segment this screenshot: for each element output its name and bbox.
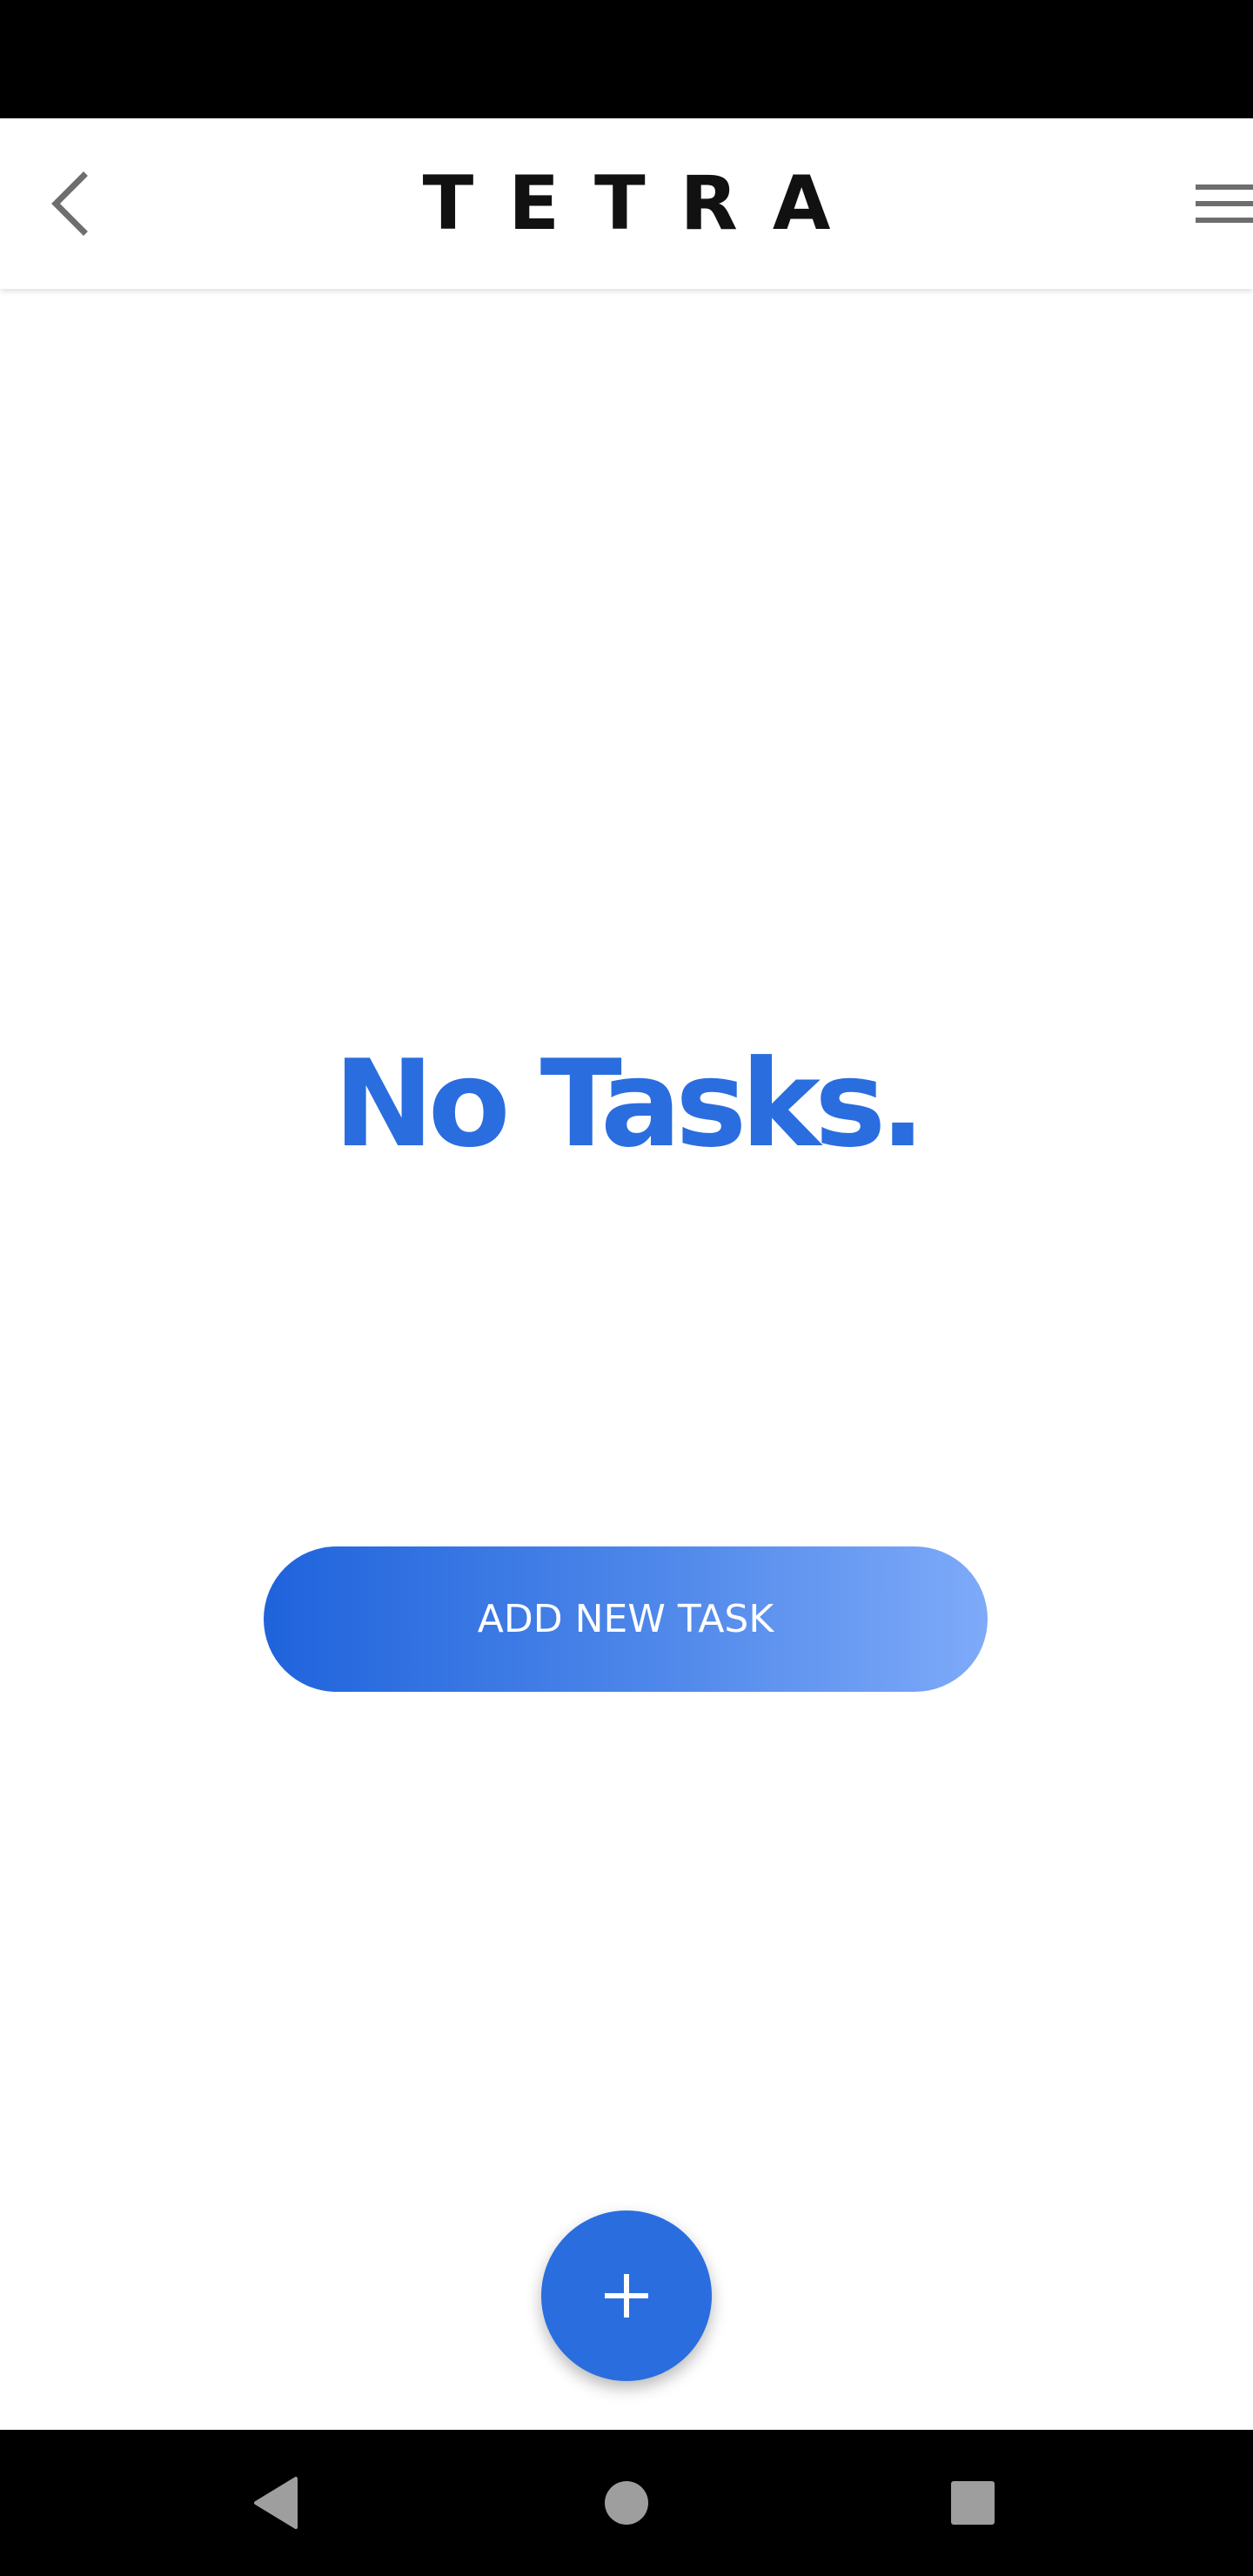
add-new-task-label: ADD NEW TASK: [477, 1597, 774, 1641]
system-navigation-bar: [0, 2430, 1253, 2576]
empty-state-message: No Tasks.: [333, 1034, 925, 1174]
app-bar: TETRA: [0, 118, 1253, 289]
add-task-fab[interactable]: [541, 2210, 712, 2381]
plus-icon: [605, 2274, 648, 2318]
square-recents-icon: [951, 2481, 995, 2525]
task-list-area: No Tasks. ADD NEW TASK: [0, 289, 1253, 2430]
screen: TETRA No Tasks. ADD NEW TASK: [0, 0, 1253, 2576]
system-back-button[interactable]: [233, 2459, 320, 2546]
triangle-back-icon: [254, 2477, 298, 2529]
status-bar: [0, 0, 1253, 118]
hamburger-menu-icon: [1196, 184, 1253, 223]
circle-home-icon: [605, 2481, 648, 2525]
system-home-button[interactable]: [583, 2459, 670, 2546]
app-title: TETRA: [422, 160, 866, 247]
system-recents-button[interactable]: [929, 2459, 1016, 2546]
menu-button[interactable]: [1156, 158, 1253, 249]
add-new-task-button[interactable]: ADD NEW TASK: [264, 1546, 988, 1692]
